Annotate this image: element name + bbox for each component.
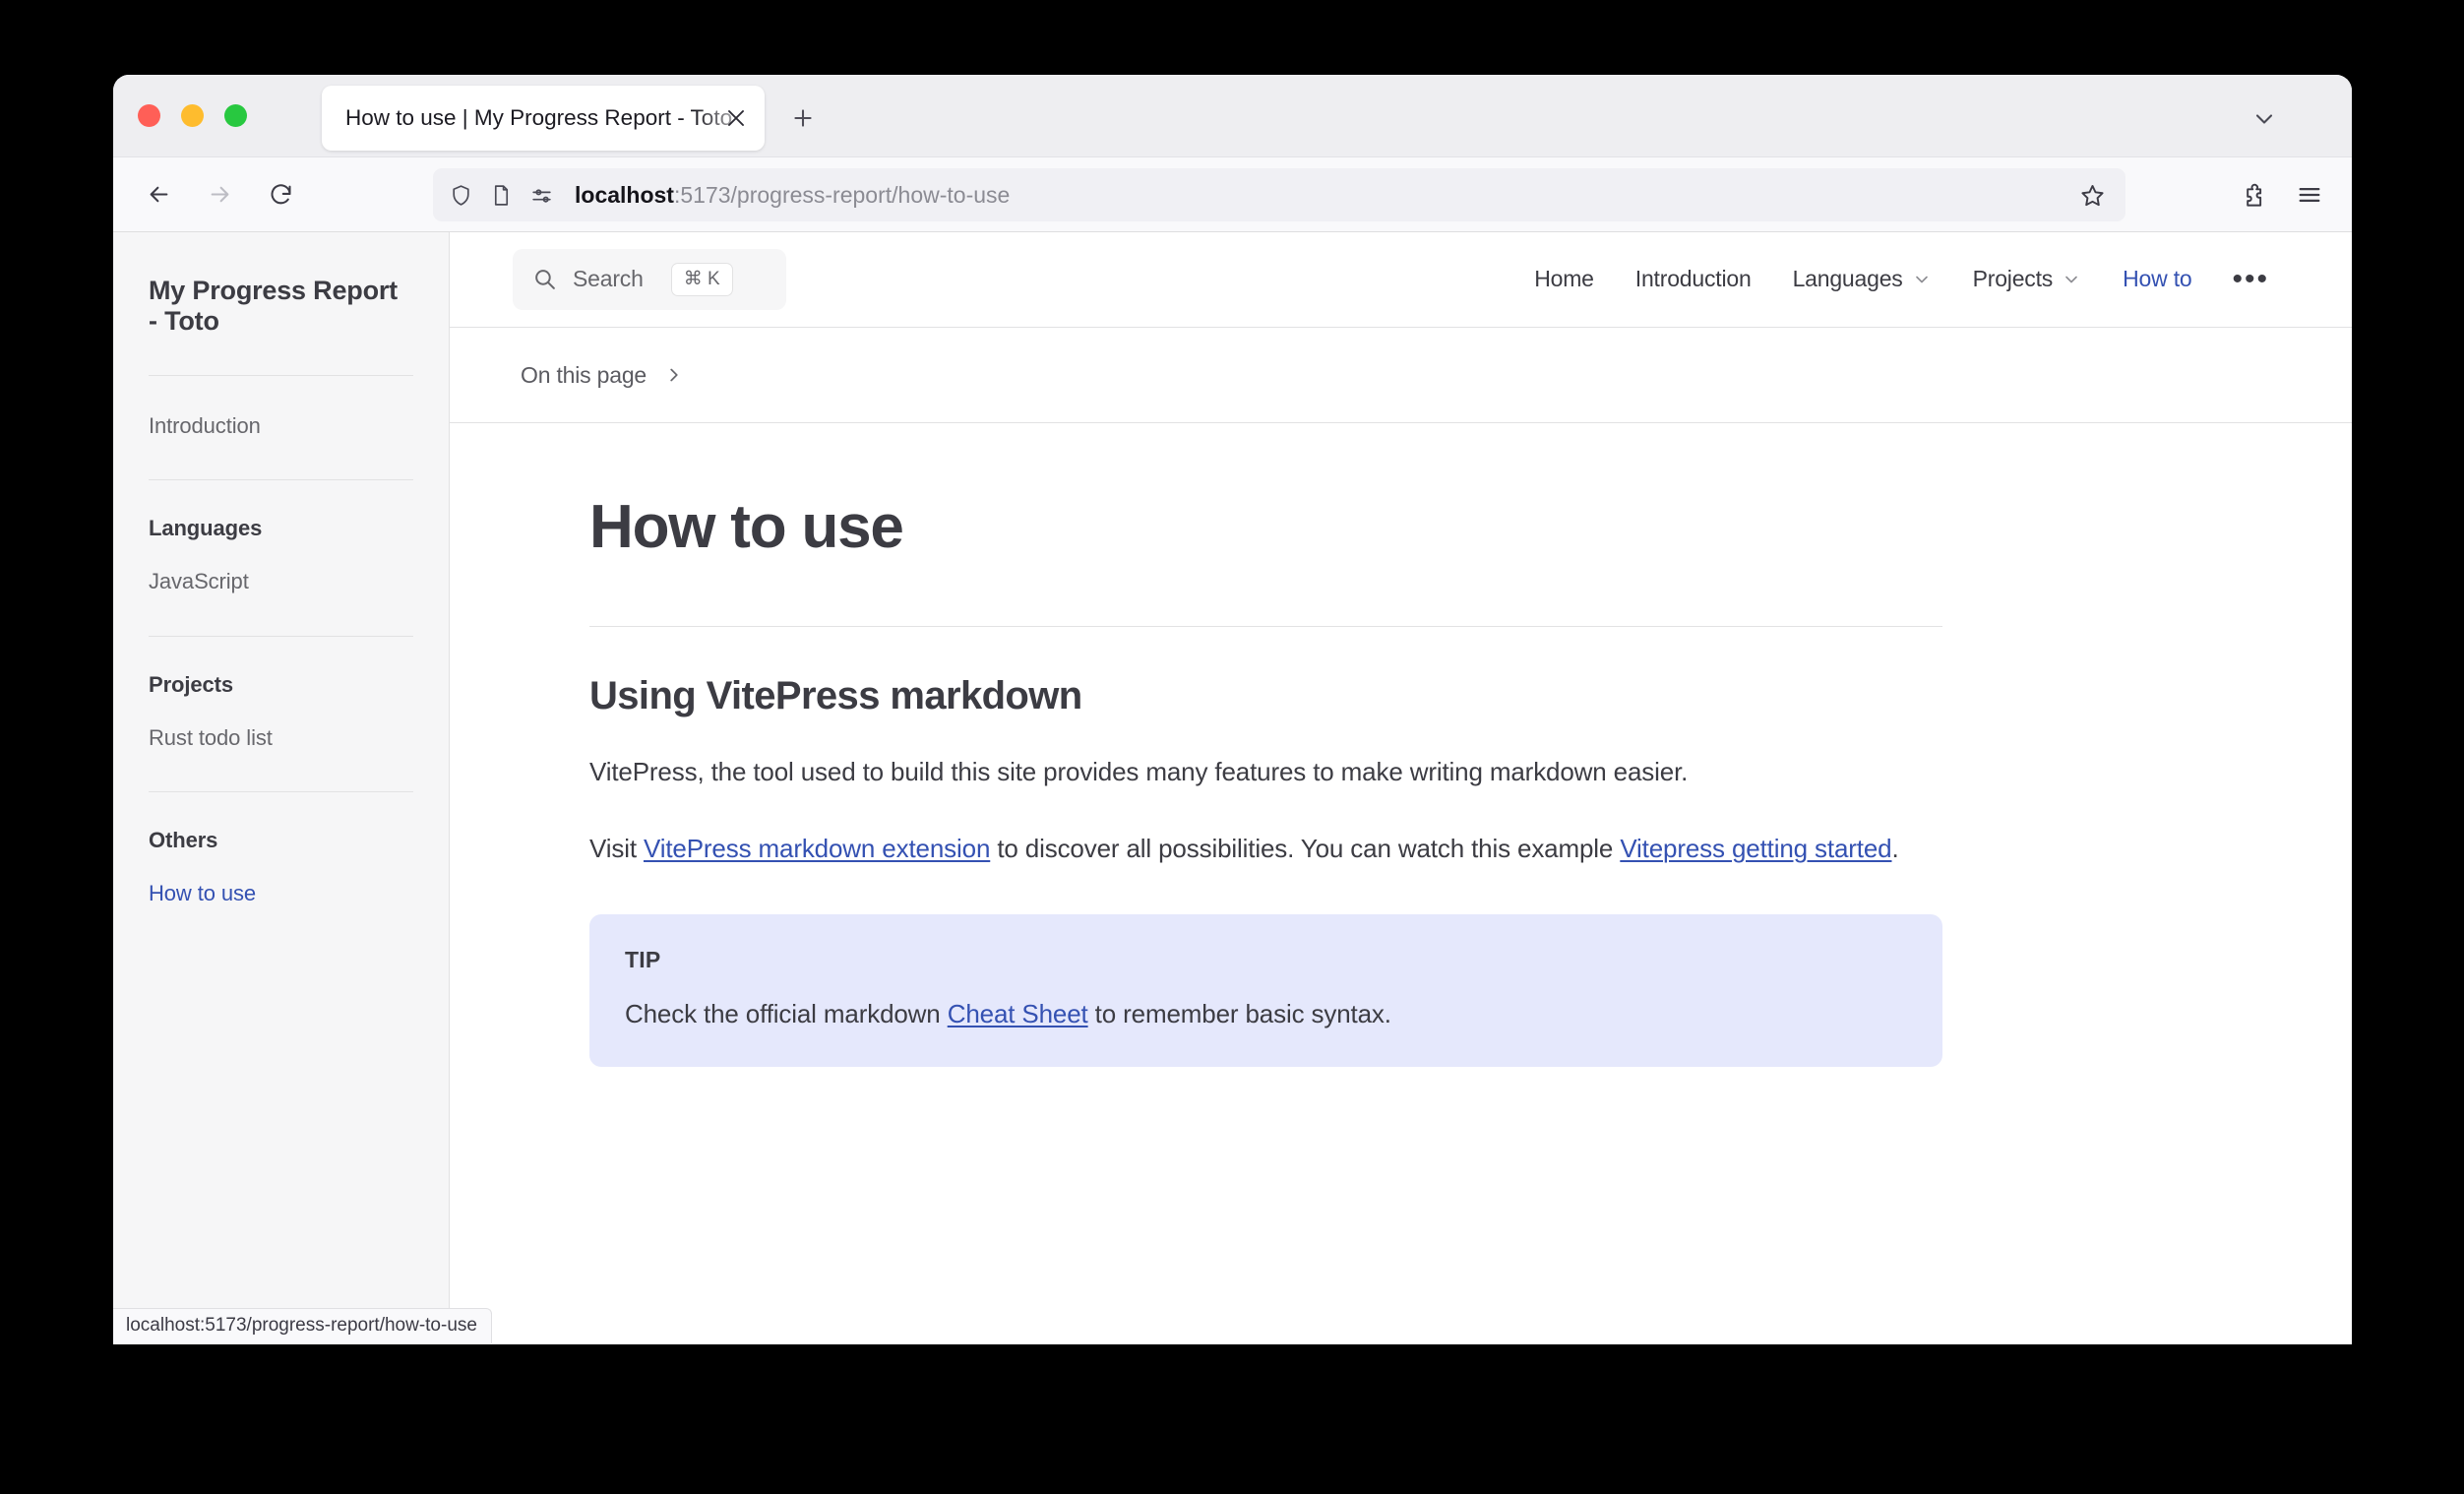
- doc-content: How to use Using VitePress markdown Vite…: [450, 423, 2352, 1343]
- browser-toolbar: localhost:5173/progress-report/how-to-us…: [113, 157, 2352, 232]
- toolbar-right-actions: [2232, 172, 2332, 218]
- nav-item-label: Projects: [1972, 266, 2054, 291]
- search-icon: [532, 267, 557, 291]
- hamburger-menu-icon[interactable]: [2287, 172, 2332, 218]
- on-this-page-label: On this page: [521, 361, 647, 388]
- site-title: My Progress Report - Toto: [149, 276, 398, 336]
- tip-title: TIP: [625, 947, 661, 973]
- close-window-button[interactable]: [138, 104, 160, 127]
- status-bar-url: localhost:5173/progress-report/how-to-us…: [113, 1308, 492, 1343]
- link-vitepress-getting-started[interactable]: Vitepress getting started: [1620, 834, 1891, 863]
- nav-item-home[interactable]: Home: [1513, 266, 1615, 292]
- tip-prefix: Check the official markdown: [625, 999, 948, 1029]
- nav-item-label: Home: [1534, 266, 1594, 291]
- paragraph-prefix: Visit: [589, 833, 644, 863]
- paragraph-middle: to discover all possibilities. You can w…: [990, 833, 1621, 863]
- forward-arrow-icon: [197, 172, 242, 218]
- tip-body: Check the official markdown Cheat Sheet …: [625, 999, 1907, 1029]
- close-icon[interactable]: [721, 103, 751, 133]
- nav-more-icon[interactable]: •••: [2212, 265, 2281, 294]
- tab-title: How to use | My Progress Report - Toto: [345, 105, 733, 130]
- nav-item-how-to[interactable]: How to: [2102, 266, 2212, 292]
- search-label: Search: [573, 266, 644, 291]
- sidebar-group-projects: Projects Rust todo list: [113, 637, 449, 753]
- link-cheat-sheet[interactable]: Cheat Sheet: [948, 999, 1088, 1028]
- nav-item-label: Introduction: [1634, 266, 1752, 291]
- minimize-window-button[interactable]: [181, 104, 204, 127]
- page-title: How to use: [589, 493, 904, 561]
- search-shortcut-badge: ⌘ K: [670, 262, 733, 296]
- nav-item-languages[interactable]: Languages: [1772, 266, 1952, 292]
- tip-callout: TIP Check the official markdown Cheat Sh…: [589, 914, 1942, 1068]
- sidebar-group-title-projects: Projects: [149, 671, 234, 697]
- paragraph-intro: VitePress, the tool used to build this s…: [589, 757, 1689, 787]
- link-vitepress-markdown-extension[interactable]: VitePress markdown extension: [644, 834, 990, 863]
- sidebar-group-title-languages: Languages: [149, 516, 263, 541]
- search-button[interactable]: Search ⌘ K: [513, 248, 786, 310]
- sidebar-group-languages: Languages JavaScript: [113, 480, 449, 596]
- puzzle-icon[interactable]: [2232, 172, 2277, 218]
- site-topnav: Search ⌘ K Home Introduction Languages P…: [450, 232, 2352, 327]
- browser-window: How to use | My Progress Report - Toto l…: [113, 75, 2352, 1344]
- main-area: Search ⌘ K Home Introduction Languages P…: [450, 232, 2352, 1343]
- reload-icon[interactable]: [258, 172, 303, 218]
- sidebar-item-introduction[interactable]: Introduction: [149, 411, 413, 441]
- topnav-links: Home Introduction Languages Projects How…: [1513, 265, 2281, 294]
- chevron-right-icon: [663, 364, 685, 386]
- page-icon: [489, 183, 514, 208]
- address-bar-text: localhost:5173/progress-report/how-to-us…: [575, 182, 2055, 209]
- permissions-icon[interactable]: [529, 183, 554, 208]
- url-host: localhost: [575, 181, 674, 208]
- sidebar-group-others: Others How to use: [113, 792, 449, 908]
- docs-sidebar: My Progress Report - Toto Introduction L…: [113, 232, 492, 1343]
- maximize-window-button[interactable]: [224, 104, 247, 127]
- new-tab-button[interactable]: [782, 97, 824, 139]
- nav-item-introduction[interactable]: Introduction: [1615, 266, 1772, 292]
- back-arrow-icon[interactable]: [136, 172, 181, 218]
- paragraph-links: Visit VitePress markdown extension to di…: [589, 827, 1942, 872]
- title-divider: [589, 626, 1942, 628]
- shield-icon: [449, 183, 473, 208]
- sidebar-group-title-others: Others: [149, 828, 218, 853]
- nav-item-label: How to: [2123, 266, 2192, 291]
- sidebar-item-javascript[interactable]: JavaScript: [149, 567, 413, 596]
- chevron-down-icon: [1912, 270, 1932, 289]
- section-title: Using VitePress markdown: [589, 674, 1082, 718]
- page-viewport: My Progress Report - Toto Introduction L…: [113, 232, 2352, 1343]
- chevron-down-icon: [2062, 270, 2081, 289]
- window-traffic-lights: [138, 104, 247, 127]
- sidebar-item-rust-todo-list[interactable]: Rust todo list: [149, 723, 413, 753]
- nav-item-label: Languages: [1792, 266, 1903, 291]
- tab-strip: How to use | My Progress Report - Toto: [113, 75, 2352, 157]
- sidebar-item-how-to-use[interactable]: How to use: [149, 879, 413, 908]
- url-path: :5173/progress-report/how-to-use: [673, 181, 1011, 208]
- tip-suffix: to remember basic syntax.: [1087, 999, 1391, 1029]
- address-bar[interactable]: localhost:5173/progress-report/how-to-us…: [433, 168, 2125, 221]
- chevron-down-icon[interactable]: [2244, 98, 2285, 140]
- star-icon[interactable]: [2070, 173, 2114, 217]
- paragraph-suffix: .: [1891, 833, 1899, 863]
- sidebar-group-top: Introduction: [113, 376, 449, 441]
- nav-item-projects[interactable]: Projects: [1952, 266, 2102, 292]
- on-this-page-bar[interactable]: On this page: [450, 327, 2352, 423]
- browser-tab[interactable]: How to use | My Progress Report - Toto: [322, 86, 765, 151]
